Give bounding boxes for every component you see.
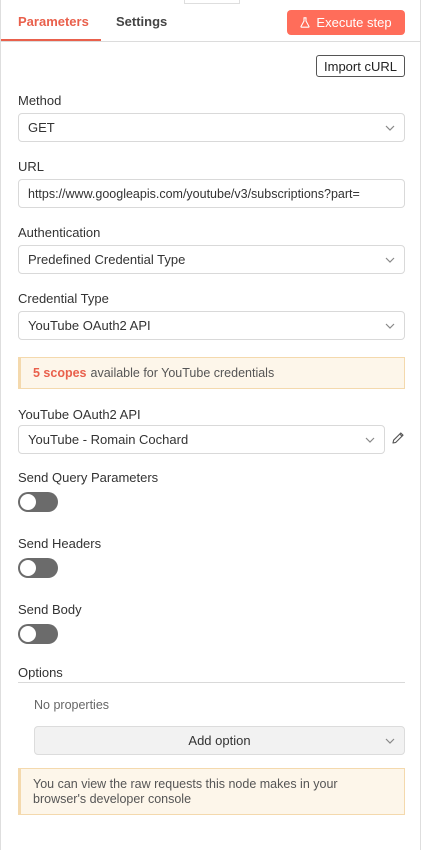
method-value: GET [28, 120, 55, 135]
chevron-down-icon [385, 125, 395, 131]
credential-type-value: YouTube OAuth2 API [28, 318, 151, 333]
import-curl-button[interactable]: Import cURL [316, 55, 405, 77]
toggle-knob [20, 626, 36, 642]
options-divider [18, 682, 405, 683]
add-option-label: Add option [188, 733, 251, 748]
raw-requests-notice: You can view the raw requests this node … [18, 768, 405, 815]
tab-bar: Parameters Settings Execute step [1, 0, 421, 42]
chevron-down-icon [385, 738, 395, 744]
tab-settings[interactable]: Settings [116, 14, 167, 29]
credential-value: YouTube - Romain Cochard [28, 432, 189, 447]
execute-step-button[interactable]: Execute step [287, 10, 405, 35]
send-query-toggle[interactable] [18, 492, 58, 512]
raw-notice-line-1: You can view the raw requests this node … [33, 777, 338, 791]
send-headers-label: Send Headers [18, 536, 102, 551]
scopes-count-link[interactable]: 5 scopes [33, 366, 87, 380]
active-tab-indicator [1, 39, 101, 41]
tab-parameters[interactable]: Parameters [18, 14, 89, 29]
credential-type-label: Credential Type [18, 291, 109, 306]
method-select[interactable]: GET [18, 113, 405, 142]
scopes-notice: 5 scopes available for YouTube credentia… [18, 357, 405, 389]
options-label: Options [18, 665, 63, 680]
send-query-label: Send Query Parameters [18, 470, 159, 485]
edit-credential-pencil-icon[interactable] [391, 431, 405, 445]
node-parameters-panel: Parameters Settings Execute step Import … [0, 0, 421, 850]
scopes-notice-text: available for YouTube credentials [90, 366, 275, 380]
no-properties-text: No properties [34, 698, 110, 712]
send-body-toggle[interactable] [18, 624, 58, 644]
flask-icon [300, 17, 311, 28]
authentication-label: Authentication [18, 225, 101, 240]
send-headers-toggle[interactable] [18, 558, 58, 578]
credential-select[interactable]: YouTube - Romain Cochard [18, 425, 385, 454]
credential-type-select[interactable]: YouTube OAuth2 API [18, 311, 405, 340]
url-input[interactable]: https://www.googleapis.com/youtube/v3/su… [18, 179, 405, 208]
url-label: URL [18, 159, 45, 174]
authentication-value: Predefined Credential Type [28, 252, 186, 267]
toggle-knob [20, 560, 36, 576]
chevron-down-icon [385, 257, 395, 263]
execute-step-label: Execute step [316, 15, 392, 30]
url-value: https://www.googleapis.com/youtube/v3/su… [28, 186, 360, 201]
authentication-select[interactable]: Predefined Credential Type [18, 245, 405, 274]
method-label: Method [18, 93, 62, 108]
credential-label: YouTube OAuth2 API [18, 407, 141, 422]
add-option-select[interactable]: Add option [34, 726, 405, 755]
toggle-knob [20, 494, 36, 510]
chevron-down-icon [365, 437, 375, 443]
chevron-down-icon [385, 323, 395, 329]
raw-notice-line-2: browser's developer console [33, 792, 192, 806]
send-body-label: Send Body [18, 602, 82, 617]
